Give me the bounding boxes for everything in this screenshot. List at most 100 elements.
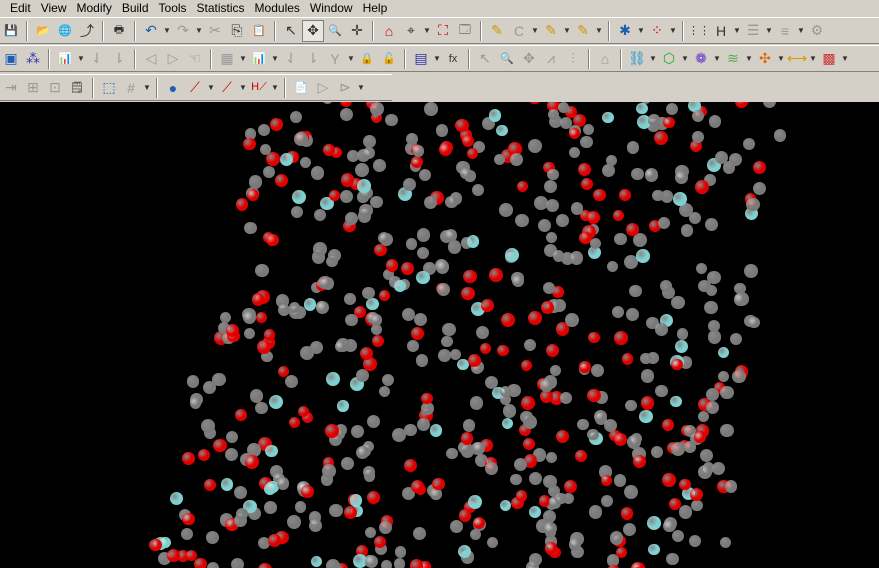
carbon-atom[interactable] <box>648 114 660 126</box>
oxygen-atom[interactable] <box>520 359 532 372</box>
oxygen-atom[interactable] <box>385 259 399 272</box>
carbon-atom[interactable] <box>442 322 456 337</box>
carbon-atom[interactable] <box>722 161 736 175</box>
oxygen-atom[interactable] <box>668 498 681 510</box>
hydrogen-atom[interactable] <box>647 543 660 556</box>
carbon-atom[interactable] <box>547 168 559 181</box>
oxygen-atom[interactable] <box>374 244 387 257</box>
hydrogen-atom[interactable] <box>394 279 406 292</box>
carbon-atom[interactable] <box>658 216 671 229</box>
carbon-atom[interactable] <box>462 419 476 432</box>
carbon-atom[interactable] <box>290 110 303 124</box>
hydrogen-atom[interactable] <box>416 271 430 285</box>
carbon-atom[interactable] <box>189 397 202 409</box>
carbon-atom[interactable] <box>393 557 406 568</box>
import-button[interactable]: 🌐 <box>54 20 76 42</box>
spectrum-button[interactable]: ⩘ <box>540 48 562 70</box>
carbon-atom[interactable] <box>362 286 375 299</box>
hydrogen-atom[interactable] <box>468 495 483 510</box>
oxygen-atom[interactable] <box>546 343 560 357</box>
hydrogen-bond-button[interactable]: H⟋ <box>248 77 270 99</box>
carbon-atom[interactable] <box>373 159 386 172</box>
oxygen-atom[interactable] <box>225 323 239 337</box>
oxygen-atom[interactable] <box>653 131 668 146</box>
chart-button[interactable]: 📊 <box>54 48 76 70</box>
sort-descending-button[interactable]: ⇂ <box>108 48 130 70</box>
carbon-atom[interactable] <box>460 167 472 179</box>
carbon-atom[interactable] <box>231 557 245 568</box>
carbon-atom[interactable] <box>359 204 373 218</box>
carbon-atom[interactable] <box>484 461 499 476</box>
carbon-atom[interactable] <box>243 311 257 325</box>
carbon-atom[interactable] <box>543 281 556 294</box>
carbon-atom[interactable] <box>244 327 256 340</box>
carbon-atom[interactable] <box>717 371 730 383</box>
oxygen-atom[interactable] <box>579 361 591 373</box>
carbon-atom[interactable] <box>259 144 271 156</box>
hydrogen-atom[interactable] <box>647 515 661 530</box>
carbon-atom[interactable] <box>651 446 664 459</box>
carbon-atom[interactable] <box>369 102 384 116</box>
hydrogen-atom[interactable] <box>279 153 293 167</box>
dropdown-arrow-icon[interactable]: ▼ <box>346 54 356 63</box>
oxygen-atom[interactable] <box>545 542 558 555</box>
hydrogen-atom[interactable] <box>326 372 341 386</box>
mesocite-button[interactable]: ≋ <box>722 48 744 70</box>
oxygen-atom[interactable] <box>575 450 587 463</box>
carbon-atom[interactable] <box>623 523 637 537</box>
carbon-atom[interactable] <box>430 488 442 500</box>
carbon-atom[interactable] <box>276 477 289 490</box>
carbon-atom[interactable] <box>513 458 527 472</box>
hydrogen-atom[interactable] <box>499 499 512 512</box>
oxygen-atom[interactable] <box>325 424 339 438</box>
carbon-atom[interactable] <box>745 197 760 212</box>
dropdown-arrow-icon[interactable]: ▼ <box>562 26 572 35</box>
hydrogen-atom[interactable] <box>528 506 541 519</box>
sketch-chain-button[interactable]: ✎ <box>572 20 594 42</box>
dropdown-arrow-icon[interactable]: ▼ <box>530 26 540 35</box>
carbon-atom[interactable] <box>568 538 582 551</box>
oxygen-atom[interactable] <box>194 557 207 568</box>
carbon-atom[interactable] <box>294 501 307 514</box>
sort-za-button[interactable]: ⇂ <box>302 48 324 70</box>
carbon-atom[interactable] <box>308 519 323 533</box>
carbon-atom[interactable] <box>677 328 689 340</box>
hydrogen-atom[interactable] <box>488 108 502 122</box>
modify-bond-button[interactable]: ⟋ <box>216 77 238 99</box>
oxygen-atom[interactable] <box>753 160 767 175</box>
dropdown-arrow-icon[interactable]: ▼ <box>764 26 774 35</box>
carbon-atom[interactable] <box>700 449 714 463</box>
unlock-button[interactable]: 🔓 <box>378 48 400 70</box>
select-arrow-button[interactable]: ↖ <box>280 20 302 42</box>
carbon-atom[interactable] <box>691 109 704 123</box>
hydrogen-atom[interactable] <box>602 111 615 124</box>
carbon-atom[interactable] <box>704 300 718 314</box>
dropdown-arrow-icon[interactable]: ▼ <box>270 54 280 63</box>
carbon-atom[interactable] <box>315 301 329 315</box>
carbon-atom[interactable] <box>450 348 462 360</box>
conformers-button[interactable]: ⟷ <box>786 48 808 70</box>
carbon-atom[interactable] <box>626 141 640 154</box>
cut-button[interactable]: ✂ <box>204 20 226 42</box>
carbon-atom[interactable] <box>487 537 499 549</box>
carbon-atom[interactable] <box>675 171 689 184</box>
oxygen-atom[interactable] <box>246 188 260 202</box>
carbon-atom[interactable] <box>329 503 344 518</box>
carbon-atom[interactable] <box>435 124 449 137</box>
carbon-atom[interactable] <box>512 275 525 288</box>
carbon-atom[interactable] <box>356 446 370 460</box>
oxygen-atom[interactable] <box>671 358 683 371</box>
carbon-atom[interactable] <box>762 102 777 108</box>
carbon-atom[interactable] <box>355 163 370 178</box>
dropdown-arrow-icon[interactable]: ▼ <box>732 26 742 35</box>
hydrogen-atom[interactable] <box>310 556 323 568</box>
next-button[interactable]: ▷ <box>162 48 184 70</box>
carbon-atom[interactable] <box>255 401 269 415</box>
carbon-atom[interactable] <box>748 316 760 329</box>
adjust-hydrogen-button[interactable]: H <box>710 20 732 42</box>
carbon-atom[interactable] <box>326 559 341 568</box>
open-folder-button[interactable]: 📂 <box>32 20 54 42</box>
carbon-atom[interactable] <box>523 338 537 352</box>
carbon-atom[interactable] <box>424 102 438 116</box>
menu-tools[interactable]: Tools <box>159 1 187 15</box>
